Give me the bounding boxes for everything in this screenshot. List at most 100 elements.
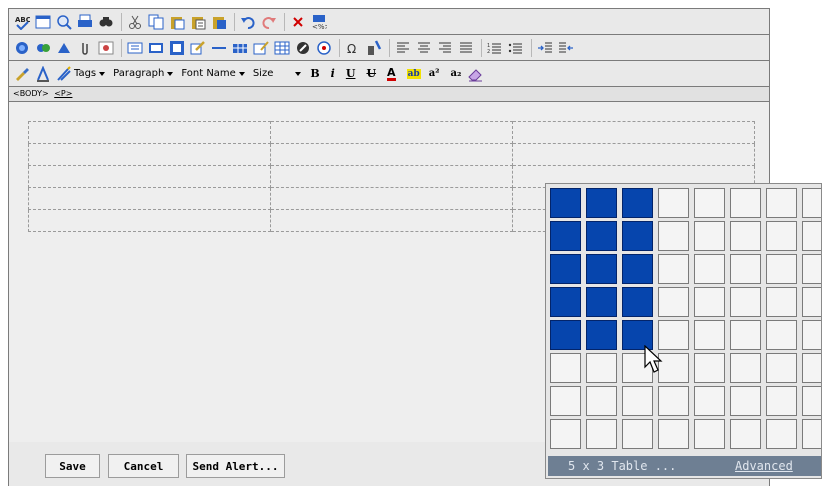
table-cell[interactable] [28, 209, 271, 232]
table-size-cell[interactable] [622, 188, 653, 218]
table-size-cell[interactable] [550, 254, 581, 284]
align-right-icon[interactable] [437, 40, 453, 56]
table-size-cell[interactable] [694, 320, 725, 350]
remove-format-icon[interactable] [290, 14, 306, 30]
table-cell[interactable] [270, 143, 513, 166]
zoom-icon[interactable] [56, 14, 72, 30]
form-checkbox-icon[interactable] [169, 40, 185, 56]
unordered-list-icon[interactable] [508, 40, 524, 56]
table-size-cell[interactable] [586, 353, 617, 383]
font-color-button[interactable]: A [387, 67, 396, 81]
table-cells-icon[interactable] [274, 40, 290, 56]
table-size-cell[interactable] [622, 386, 653, 416]
table-size-cell[interactable] [766, 221, 797, 251]
table-cell[interactable] [28, 165, 271, 188]
text-style-icon[interactable] [35, 65, 51, 82]
copy-icon[interactable] [148, 14, 164, 30]
bold-button[interactable]: B [310, 67, 319, 80]
table-insert-icon[interactable] [232, 40, 248, 56]
table-size-cell[interactable] [802, 287, 821, 317]
media-icon[interactable] [316, 40, 332, 56]
table-cell[interactable] [28, 121, 271, 144]
underline-button[interactable]: U [346, 67, 356, 80]
table-size-cell[interactable] [658, 386, 689, 416]
table-size-cell[interactable] [766, 287, 797, 317]
table-cell[interactable] [512, 143, 755, 166]
table-size-cell[interactable] [694, 386, 725, 416]
table-size-cell[interactable] [550, 353, 581, 383]
table-size-cell[interactable] [766, 386, 797, 416]
table-size-picker[interactable]: 5 x 3 Table ... Advanced [545, 183, 822, 479]
table-size-cell[interactable] [586, 320, 617, 350]
body-tag-link[interactable]: <BODY> [13, 89, 49, 98]
table-size-cell[interactable] [694, 353, 725, 383]
horizontal-rule-icon[interactable] [211, 40, 227, 56]
table-size-cell[interactable] [658, 221, 689, 251]
table-size-cell[interactable] [802, 419, 821, 449]
insert-tag-icon[interactable]: <%> [311, 14, 327, 30]
table-size-cell[interactable] [802, 320, 821, 350]
table-cell[interactable] [270, 187, 513, 210]
table-size-cell[interactable] [766, 254, 797, 284]
table-size-cell[interactable] [802, 221, 821, 251]
table-size-cell[interactable] [550, 419, 581, 449]
eraser-icon[interactable] [467, 66, 483, 82]
advanced-table-link[interactable]: Advanced [735, 456, 793, 476]
print-icon[interactable] [77, 14, 93, 30]
table-size-cell[interactable] [730, 221, 761, 251]
table-cell[interactable] [28, 143, 271, 166]
table-size-cell[interactable] [550, 287, 581, 317]
table-cell[interactable] [512, 121, 755, 144]
table-size-cell[interactable] [730, 254, 761, 284]
table-size-cell[interactable] [730, 386, 761, 416]
table-size-cell[interactable] [730, 419, 761, 449]
table-size-cell[interactable] [802, 353, 821, 383]
tags-dropdown[interactable]: Tags [74, 68, 106, 79]
superscript-button[interactable]: a² [429, 68, 440, 79]
table-cell[interactable] [28, 187, 271, 210]
image-manager-icon[interactable] [98, 40, 114, 56]
cancel-button[interactable]: Cancel [108, 454, 179, 478]
table-size-cell[interactable] [730, 320, 761, 350]
table-cell[interactable] [270, 209, 513, 232]
table-size-cell[interactable] [730, 188, 761, 218]
table-size-cell[interactable] [658, 287, 689, 317]
table-size-cell[interactable] [658, 419, 689, 449]
highlight-button[interactable]: ab [406, 68, 421, 79]
align-left-icon[interactable] [395, 40, 411, 56]
table-size-cell[interactable] [622, 221, 653, 251]
widget-icon[interactable] [190, 40, 206, 56]
paste-text-icon[interactable] [190, 14, 206, 30]
indent-icon[interactable] [537, 40, 553, 56]
table-size-cell[interactable] [802, 254, 821, 284]
font-name-dropdown[interactable]: Font Name [181, 68, 245, 79]
attachment-icon[interactable] [77, 40, 93, 56]
table-size-cell[interactable] [586, 188, 617, 218]
table-size-cell[interactable] [694, 254, 725, 284]
bookmark-icon[interactable] [56, 40, 72, 56]
table-size-cell[interactable] [622, 254, 653, 284]
table-cell[interactable] [270, 121, 513, 144]
form-field-icon[interactable] [148, 40, 164, 56]
special-link-icon[interactable] [14, 40, 30, 56]
symbol-icon[interactable] [366, 39, 382, 56]
table-size-cell[interactable] [550, 188, 581, 218]
table-size-cell[interactable] [694, 221, 725, 251]
table-size-cell[interactable] [658, 188, 689, 218]
table-size-cell[interactable] [622, 287, 653, 317]
table-size-cell[interactable] [802, 188, 821, 218]
table-size-cell[interactable] [766, 320, 797, 350]
ordered-list-icon[interactable]: 12 [487, 40, 503, 56]
undo-icon[interactable] [240, 14, 256, 30]
table-size-cell[interactable] [550, 386, 581, 416]
table-size-cell[interactable] [586, 221, 617, 251]
table-cell[interactable] [270, 165, 513, 188]
outdent-icon[interactable] [558, 40, 574, 56]
table-props-icon[interactable] [253, 40, 269, 56]
paste-word-icon[interactable] [211, 14, 227, 30]
subscript-button[interactable]: a₂ [451, 68, 462, 79]
table-size-cell[interactable] [586, 254, 617, 284]
table-size-cell[interactable] [766, 419, 797, 449]
table-size-cell[interactable] [766, 353, 797, 383]
table-size-cell[interactable] [586, 386, 617, 416]
